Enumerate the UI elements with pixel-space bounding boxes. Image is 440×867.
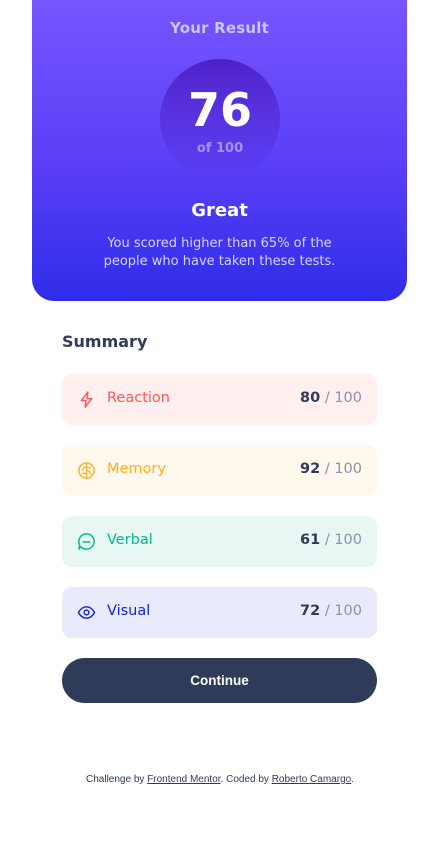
brain-icon: [78, 462, 95, 479]
score-max: / 100: [320, 390, 362, 406]
score-max: / 100: [320, 532, 362, 548]
eye-icon: [77, 606, 96, 619]
summary-label-memory: Memory: [107, 461, 166, 477]
attribution-suffix: .: [351, 774, 354, 785]
score-value: 76: [187, 83, 252, 137]
frontend-mentor-link[interactable]: Frontend Mentor: [147, 774, 220, 785]
summary-row-reaction: Reaction 80 / 100: [62, 374, 377, 425]
attribution-prefix: Challenge by: [86, 774, 148, 785]
summary-label-reaction: Reaction: [107, 390, 170, 406]
summary-label-verbal: Verbal: [107, 532, 153, 548]
score-number: 61: [300, 532, 321, 548]
score-max: / 100: [320, 461, 362, 477]
lightning-icon: [80, 391, 93, 408]
summary-score-reaction: 80 / 100: [300, 390, 362, 406]
author-link[interactable]: Roberto Camargo: [272, 774, 351, 785]
attribution-middle: . Coded by: [220, 774, 272, 785]
summary-score-visual: 72 / 100: [300, 603, 362, 619]
score-of-label: of 100: [196, 141, 244, 156]
score-max: / 100: [320, 603, 362, 619]
score-number: 80: [300, 390, 321, 406]
summary-row-memory: Memory 92 / 100: [62, 445, 377, 496]
summary-label-visual: Visual: [107, 603, 151, 619]
rating-description: You scored higher than 65% of the people…: [103, 236, 336, 269]
summary-score-verbal: 61 / 100: [300, 532, 362, 548]
score-circle: 76 of 100: [160, 59, 280, 179]
score-number: 92: [300, 461, 321, 477]
continue-button[interactable]: Continue: [62, 658, 377, 703]
score-number: 72: [300, 603, 321, 619]
summary-score-memory: 92 / 100: [300, 461, 362, 477]
summary-title: Summary: [62, 332, 148, 351]
attribution: Challenge by Frontend Mentor. Coded by R…: [0, 774, 440, 785]
rating-title: Great: [191, 200, 248, 221]
result-card: Your Result 76 of 100 Great You scored h…: [32, 0, 407, 301]
summary-row-visual: Visual 72 / 100: [62, 587, 377, 638]
summary-row-verbal: Verbal 61 / 100: [62, 516, 377, 567]
result-heading: Your Result: [170, 19, 269, 37]
speech-bubble-icon: [78, 533, 95, 550]
